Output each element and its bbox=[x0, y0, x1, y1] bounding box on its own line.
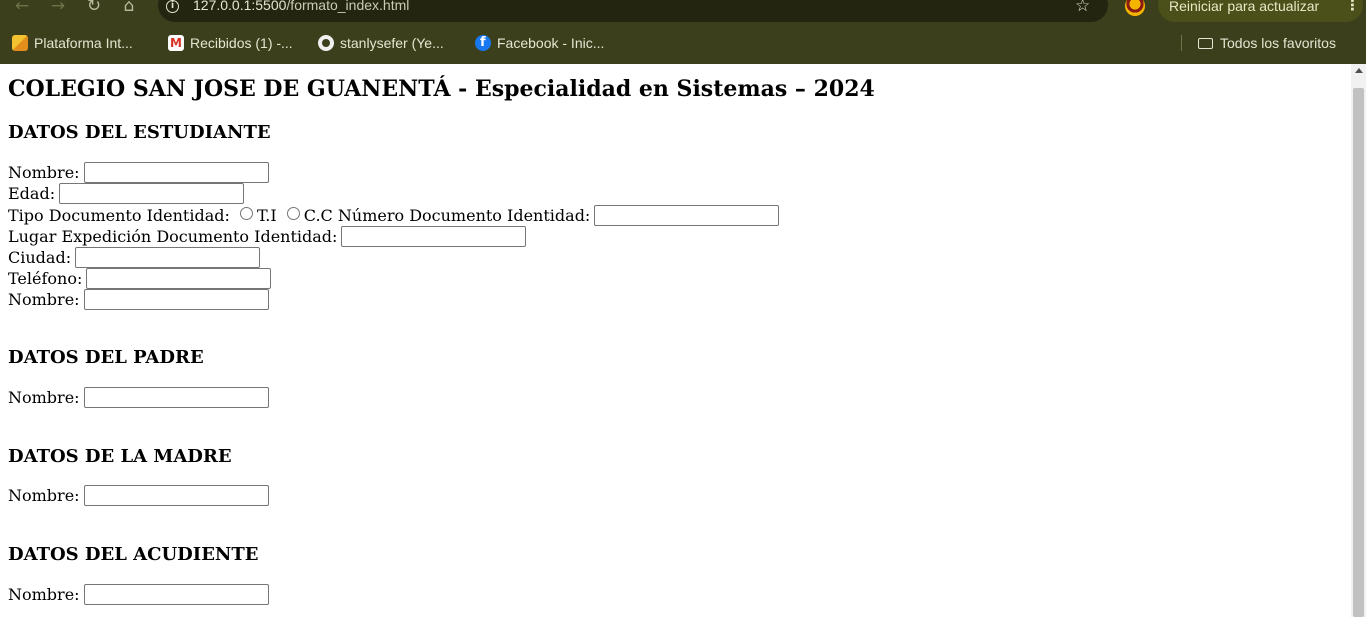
page-viewport: COLEGIO SAN JOSE DE GUANENTÁ - Especiali… bbox=[0, 64, 1351, 617]
student-name2-row: Nombre: bbox=[8, 289, 269, 310]
profile-avatar[interactable] bbox=[1125, 0, 1145, 16]
student-name-input[interactable] bbox=[83, 162, 269, 183]
home-icon[interactable]: ⌂ bbox=[117, 0, 141, 18]
bookmark-item[interactable]: Facebook - Inic... bbox=[475, 34, 604, 52]
mother-name-row: Nombre: bbox=[8, 485, 269, 506]
student-name-label: Nombre: bbox=[8, 163, 80, 182]
bookmark-label: stanlysefer (Ye... bbox=[340, 35, 444, 51]
bookmark-item[interactable]: Plataforma Int... bbox=[12, 34, 133, 52]
student-name-row: Nombre: bbox=[8, 162, 269, 183]
bookmarks-bar: Plataforma Int... Recibidos (1) -... sta… bbox=[0, 22, 1366, 64]
bookmark-item[interactable]: Recibidos (1) -... bbox=[168, 34, 293, 52]
browser-toolbar: ← → ↻ ⌂ i 127.0.0.1:5500/formato_index.h… bbox=[0, 0, 1366, 22]
more-menu-icon[interactable]: ⋮ bbox=[1345, 0, 1360, 14]
father-section-heading: DATOS DEL PADRE bbox=[8, 347, 204, 368]
folder-icon bbox=[1198, 38, 1213, 49]
doc-place-label: Lugar Expedición Documento Identidad: bbox=[8, 227, 338, 246]
phone-label: Teléfono: bbox=[8, 269, 83, 288]
student-name2-input[interactable] bbox=[83, 289, 269, 310]
doc-type-ti-radio[interactable] bbox=[239, 207, 253, 220]
student-age-label: Edad: bbox=[8, 184, 56, 203]
bookmark-label: Facebook - Inic... bbox=[497, 35, 605, 51]
doc-number-input[interactable] bbox=[594, 205, 780, 226]
doc-type-cc-radio[interactable] bbox=[286, 207, 300, 220]
facebook-icon bbox=[475, 35, 491, 51]
doc-type-cc-label: C.C bbox=[303, 206, 333, 225]
puzzle-icon bbox=[12, 35, 28, 51]
gmail-icon bbox=[168, 34, 184, 52]
father-name-label: Nombre: bbox=[8, 388, 80, 407]
mother-name-input[interactable] bbox=[83, 485, 269, 506]
github-icon bbox=[318, 35, 334, 51]
doc-type-label: Tipo Documento Identidad: bbox=[8, 206, 230, 225]
update-button[interactable]: Reiniciar para actualizar ⋮ bbox=[1158, 0, 1363, 22]
city-label: Ciudad: bbox=[8, 248, 72, 267]
back-arrow-icon[interactable]: ← bbox=[10, 0, 34, 18]
guardian-name-input[interactable] bbox=[83, 584, 269, 605]
scroll-up-arrow-icon[interactable] bbox=[1355, 68, 1363, 73]
mother-name-label: Nombre: bbox=[8, 486, 80, 505]
url-text[interactable]: 127.0.0.1:5500/formato_index.html bbox=[193, 0, 409, 13]
guardian-section-heading: DATOS DEL ACUDIENTE bbox=[8, 544, 259, 565]
student-age-input[interactable] bbox=[59, 183, 245, 204]
url-host: 127.0.0.1:5500 bbox=[193, 0, 287, 13]
vertical-scrollbar[interactable] bbox=[1351, 64, 1366, 617]
student-section-heading: DATOS DEL ESTUDIANTE bbox=[8, 122, 271, 143]
student-age-row: Edad: bbox=[8, 183, 245, 204]
update-button-label: Reiniciar para actualizar bbox=[1169, 0, 1320, 14]
mother-section-heading: DATOS DE LA MADRE bbox=[8, 446, 232, 467]
page-title: COLEGIO SAN JOSE DE GUANENTÁ - Especiali… bbox=[8, 76, 875, 102]
bookmark-star-icon[interactable]: ☆ bbox=[1075, 0, 1090, 15]
phone-input[interactable] bbox=[86, 268, 272, 289]
url-path: /formato_index.html bbox=[286, 0, 410, 13]
bookmark-label: Recibidos (1) -... bbox=[190, 35, 293, 51]
guardian-name-row: Nombre: bbox=[8, 584, 269, 605]
bookmarks-divider bbox=[1181, 35, 1182, 51]
doc-type-ti-label: T.I bbox=[256, 206, 277, 225]
father-name-row: Nombre: bbox=[8, 387, 269, 408]
reload-icon[interactable]: ↻ bbox=[82, 0, 106, 18]
all-bookmarks-label: Todos los favoritos bbox=[1220, 35, 1336, 51]
site-info-icon[interactable]: i bbox=[166, 0, 179, 13]
student-phone-row: Teléfono: bbox=[8, 268, 272, 289]
doc-place-input[interactable] bbox=[341, 226, 527, 247]
all-bookmarks-button[interactable]: Todos los favoritos bbox=[1198, 34, 1336, 52]
student-city-row: Ciudad: bbox=[8, 247, 261, 268]
scrollbar-thumb[interactable] bbox=[1353, 88, 1364, 617]
bookmark-label: Plataforma Int... bbox=[34, 35, 133, 51]
student-doc-place-row: Lugar Expedición Documento Identidad: bbox=[8, 226, 527, 247]
bookmark-item[interactable]: stanlysefer (Ye... bbox=[318, 34, 444, 52]
student-name2-label: Nombre: bbox=[8, 290, 80, 309]
guardian-name-label: Nombre: bbox=[8, 585, 80, 604]
student-doc-type-row: Tipo Documento Identidad: T.I C.C Número… bbox=[8, 205, 780, 226]
address-bar[interactable]: i 127.0.0.1:5500/formato_index.html ☆ bbox=[158, 0, 1108, 22]
forward-arrow-icon[interactable]: → bbox=[46, 0, 70, 18]
father-name-input[interactable] bbox=[83, 387, 269, 408]
city-input[interactable] bbox=[75, 247, 261, 268]
doc-number-label: Número Documento Identidad: bbox=[337, 206, 591, 225]
